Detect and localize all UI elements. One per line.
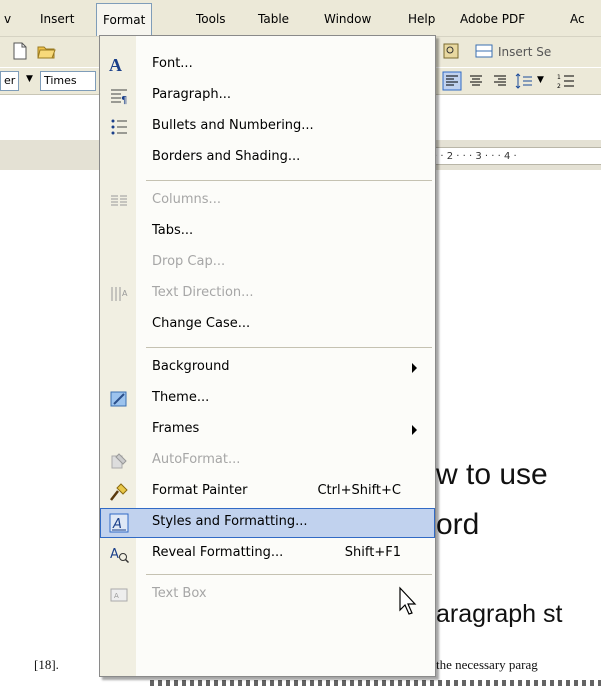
numbering-icon[interactable]: 12 <box>556 71 576 91</box>
align-right-icon[interactable] <box>490 71 510 91</box>
research-icon[interactable] <box>441 41 461 61</box>
menu-item-tabs[interactable]: Tabs... <box>100 217 435 247</box>
menu-item-borders-shading[interactable]: Borders and Shading... <box>100 143 435 173</box>
autoformat-icon <box>111 453 127 469</box>
menu-tools[interactable]: Tools <box>196 10 226 28</box>
font-select[interactable]: Times <box>40 71 96 91</box>
submenu-arrow-icon <box>412 363 417 373</box>
svg-text:1: 1 <box>557 74 561 81</box>
format-menu: A Font... ¶ Paragraph... Bullets and Num… <box>99 35 436 677</box>
menu-insert[interactable]: Insert <box>40 10 74 28</box>
menu-item-drop-cap[interactable]: Drop Cap... <box>100 248 435 278</box>
menu-item-background[interactable]: Background <box>100 353 435 383</box>
svg-text:A: A <box>122 289 128 298</box>
svg-text:¶: ¶ <box>121 95 127 106</box>
doc-cropped-line <box>150 680 601 686</box>
theme-icon <box>110 391 127 407</box>
text-direction-icon: A <box>111 287 128 301</box>
menu-help[interactable]: Help <box>408 10 435 28</box>
columns-icon <box>111 195 127 206</box>
menu-item-frames[interactable]: Frames <box>100 415 435 445</box>
bullets-icon <box>111 119 127 135</box>
open-folder-icon[interactable] <box>36 41 56 61</box>
align-center-icon[interactable] <box>466 71 486 91</box>
align-left-icon[interactable] <box>442 71 462 91</box>
insert-button-label[interactable]: Insert Se <box>498 45 551 59</box>
menu-item-bullets-numbering[interactable]: Bullets and Numbering... <box>100 112 435 142</box>
menu-item-theme[interactable]: Theme... <box>100 384 435 414</box>
doc-body-text: the necessary parag <box>436 657 538 672</box>
menu-item-text-box[interactable]: A Text Box <box>100 580 435 610</box>
submenu-arrow-icon <box>412 425 417 435</box>
new-document-icon[interactable] <box>10 41 30 61</box>
menu-item-font[interactable]: A Font... <box>100 50 435 80</box>
font-a-icon: A <box>109 55 122 75</box>
shortcut-format-painter: Ctrl+Shift+C <box>317 483 401 498</box>
mouse-pointer-icon <box>399 586 417 615</box>
menu-window[interactable]: Window <box>324 10 371 28</box>
menu-item-text-direction[interactable]: A Text Direction... <box>100 279 435 309</box>
menu-item-change-case[interactable]: Change Case... <box>100 310 435 340</box>
menu-item-format-painter[interactable]: Format Painter Ctrl+Shift+C <box>100 477 435 507</box>
doc-heading-line3: aragraph st <box>436 600 563 628</box>
menu-item-paragraph[interactable]: ¶ Paragraph... <box>100 81 435 111</box>
svg-text:A: A <box>114 592 119 600</box>
paragraph-icon: ¶ <box>111 89 127 106</box>
menu-item-reveal-formatting[interactable]: A Reveal Formatting... Shift+F1 <box>100 539 435 569</box>
menu-separator <box>146 574 432 575</box>
doc-heading-line1: w to use <box>436 458 548 491</box>
style-select[interactable]: er <box>0 71 20 91</box>
reveal-formatting-icon: A <box>110 547 129 564</box>
menu-table[interactable]: Table <box>258 10 289 28</box>
doc-reference: [18]. <box>34 657 59 672</box>
menu-view[interactable]: v <box>4 10 11 28</box>
menu-format[interactable]: Format <box>96 3 153 36</box>
format-painter-icon <box>110 483 128 501</box>
insert-table-icon[interactable] <box>474 41 494 61</box>
styles-icon: A <box>109 513 129 533</box>
menu-item-styles-formatting[interactable]: A Styles and Formatting... <box>100 508 435 538</box>
text-box-icon: A <box>110 588 128 602</box>
menu-separator <box>146 180 432 181</box>
ruler-scale: · · 2 · · · 3 · · · 4 · <box>430 147 601 165</box>
line-spacing-icon[interactable] <box>514 71 534 91</box>
doc-heading-line2: ord <box>436 508 480 541</box>
menu-acrobat[interactable]: Ac <box>570 10 585 28</box>
menu-item-autoformat[interactable]: AutoFormat... <box>100 446 435 476</box>
menu-adobe-pdf[interactable]: Adobe PDF <box>460 10 525 28</box>
menu-bar: v Insert Format Tools Table Window Help … <box>0 0 601 37</box>
menu-item-columns[interactable]: Columns... <box>100 186 435 216</box>
svg-text:A: A <box>110 547 119 562</box>
line-spacing-dropdown-icon[interactable]: ▼ <box>537 75 544 85</box>
menu-separator <box>146 347 432 348</box>
svg-text:2: 2 <box>557 83 561 90</box>
style-dropdown-icon[interactable]: ▼ <box>26 74 33 84</box>
shortcut-reveal-formatting: Shift+F1 <box>344 545 401 560</box>
